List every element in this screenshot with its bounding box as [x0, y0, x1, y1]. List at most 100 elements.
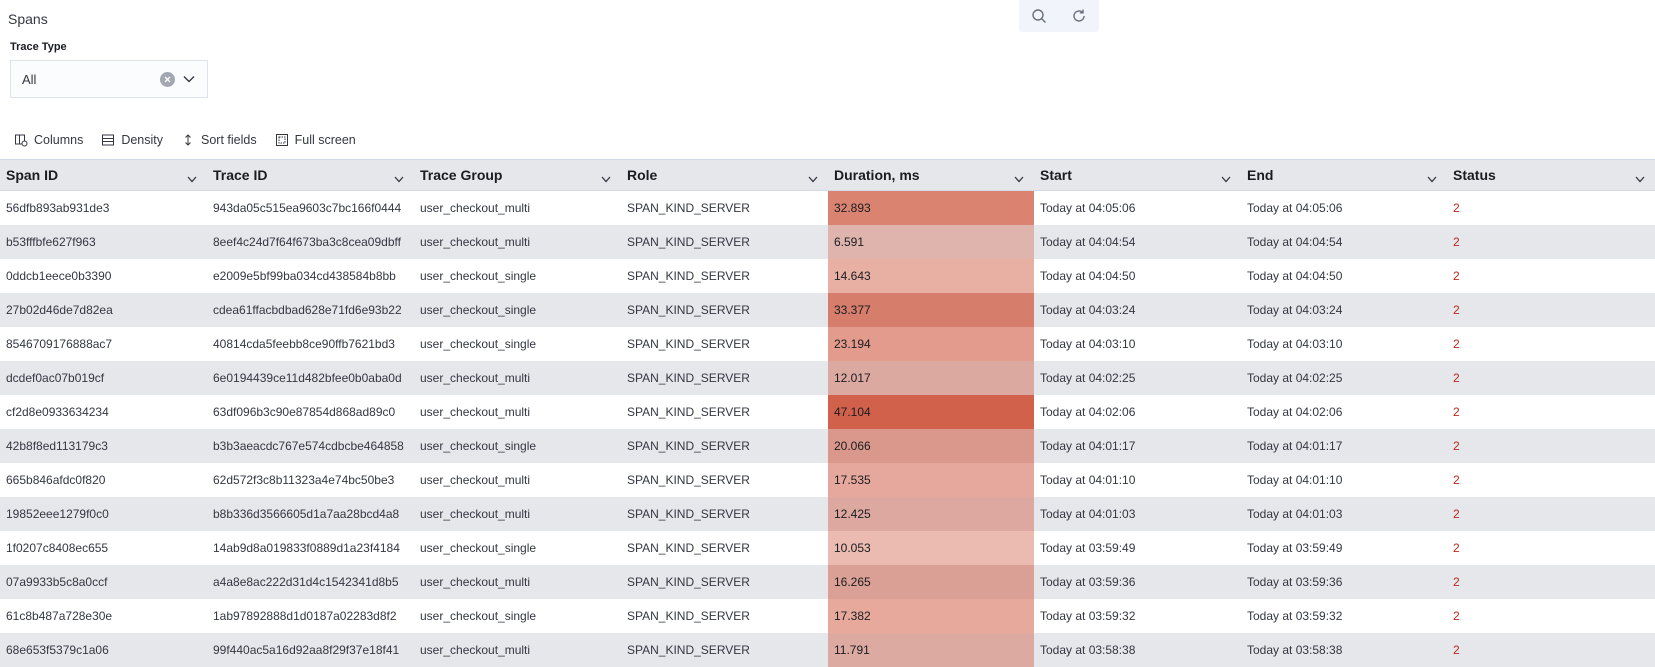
duration-cell[interactable]: 12.017 — [828, 361, 1034, 395]
chevron-down-icon[interactable] — [1014, 170, 1024, 186]
end-cell[interactable]: Today at 04:02:25 — [1241, 361, 1447, 395]
status-cell[interactable]: 2 — [1447, 599, 1655, 633]
chevron-down-icon[interactable] — [808, 170, 818, 186]
role-cell[interactable]: SPAN_KIND_SERVER — [621, 327, 828, 361]
start-cell[interactable]: Today at 04:01:10 — [1034, 463, 1241, 497]
trace-group-cell[interactable]: user_checkout_single — [414, 531, 621, 565]
trace-id-cell[interactable]: a4a8e8ac222d31d4c1542341d8b5 — [207, 565, 414, 599]
status-cell[interactable]: 2 — [1447, 497, 1655, 531]
search-icon[interactable] — [1026, 3, 1052, 29]
trace-id-cell[interactable]: 40814cda5feebb8ce90ffb7621bd3 — [207, 327, 414, 361]
end-cell[interactable]: Today at 04:01:03 — [1241, 497, 1447, 531]
column-header-start[interactable]: Start — [1034, 160, 1241, 190]
role-cell[interactable]: SPAN_KIND_SERVER — [621, 259, 828, 293]
span-id-cell[interactable]: 56dfb893ab931de3 — [0, 191, 207, 225]
density-button[interactable]: Density — [101, 133, 163, 147]
start-cell[interactable]: Today at 04:04:50 — [1034, 259, 1241, 293]
span-id-cell[interactable]: 19852eee1279f0c0 — [0, 497, 207, 531]
role-cell[interactable]: SPAN_KIND_SERVER — [621, 395, 828, 429]
trace-group-cell[interactable]: user_checkout_multi — [414, 565, 621, 599]
trace-id-cell[interactable]: 8eef4c24d7f64f673ba3c8cea09dbff — [207, 225, 414, 259]
end-cell[interactable]: Today at 03:59:32 — [1241, 599, 1447, 633]
trace-id-cell[interactable]: 99f440ac5a16d92aa8f29f37e18f41 — [207, 633, 414, 667]
column-header-role[interactable]: Role — [621, 160, 828, 190]
column-header-trace-group[interactable]: Trace Group — [414, 160, 621, 190]
role-cell[interactable]: SPAN_KIND_SERVER — [621, 361, 828, 395]
column-header-end[interactable]: End — [1241, 160, 1447, 190]
role-cell[interactable]: SPAN_KIND_SERVER — [621, 565, 828, 599]
status-cell[interactable]: 2 — [1447, 565, 1655, 599]
column-header-status[interactable]: Status — [1447, 160, 1655, 190]
start-cell[interactable]: Today at 04:01:03 — [1034, 497, 1241, 531]
status-cell[interactable]: 2 — [1447, 429, 1655, 463]
trace-type-select[interactable]: All — [10, 60, 208, 98]
role-cell[interactable]: SPAN_KIND_SERVER — [621, 293, 828, 327]
full-screen-button[interactable]: Full screen — [275, 133, 356, 147]
duration-cell[interactable]: 33.377 — [828, 293, 1034, 327]
end-cell[interactable]: Today at 03:59:49 — [1241, 531, 1447, 565]
duration-cell[interactable]: 32.893 — [828, 191, 1034, 225]
duration-cell[interactable]: 14.643 — [828, 259, 1034, 293]
start-cell[interactable]: Today at 03:59:32 — [1034, 599, 1241, 633]
start-cell[interactable]: Today at 04:03:10 — [1034, 327, 1241, 361]
trace-group-cell[interactable]: user_checkout_multi — [414, 361, 621, 395]
trace-group-cell[interactable]: user_checkout_multi — [414, 497, 621, 531]
end-cell[interactable]: Today at 04:01:10 — [1241, 463, 1447, 497]
end-cell[interactable]: Today at 04:04:50 — [1241, 259, 1447, 293]
trace-group-cell[interactable]: user_checkout_single — [414, 599, 621, 633]
chevron-down-icon[interactable] — [183, 75, 195, 83]
trace-group-cell[interactable]: user_checkout_single — [414, 327, 621, 361]
status-cell[interactable]: 2 — [1447, 191, 1655, 225]
start-cell[interactable]: Today at 03:59:49 — [1034, 531, 1241, 565]
chevron-down-icon[interactable] — [394, 170, 404, 186]
trace-id-cell[interactable]: 14ab9d8a019833f0889d1a23f4184 — [207, 531, 414, 565]
span-id-cell[interactable]: 61c8b487a728e30e — [0, 599, 207, 633]
role-cell[interactable]: SPAN_KIND_SERVER — [621, 225, 828, 259]
span-id-cell[interactable]: 68e653f5379c1a06 — [0, 633, 207, 667]
status-cell[interactable]: 2 — [1447, 531, 1655, 565]
trace-id-cell[interactable]: 6e0194439ce11d482bfee0b0aba0d — [207, 361, 414, 395]
start-cell[interactable]: Today at 04:02:25 — [1034, 361, 1241, 395]
duration-cell[interactable]: 16.265 — [828, 565, 1034, 599]
columns-button[interactable]: Columns — [14, 133, 83, 147]
duration-cell[interactable]: 6.591 — [828, 225, 1034, 259]
trace-id-cell[interactable]: b3b3aeacdc767e574cdbcbe464858 — [207, 429, 414, 463]
role-cell[interactable]: SPAN_KIND_SERVER — [621, 429, 828, 463]
trace-id-cell[interactable]: e2009e5bf99ba034cd438584b8bb — [207, 259, 414, 293]
column-header-span-id[interactable]: Span ID — [0, 160, 207, 190]
start-cell[interactable]: Today at 04:01:17 — [1034, 429, 1241, 463]
status-cell[interactable]: 2 — [1447, 361, 1655, 395]
clear-icon[interactable] — [160, 71, 175, 87]
trace-group-cell[interactable]: user_checkout_single — [414, 429, 621, 463]
refresh-icon[interactable] — [1066, 3, 1092, 29]
column-header-duration[interactable]: Duration, ms — [828, 160, 1034, 190]
trace-group-cell[interactable]: user_checkout_multi — [414, 463, 621, 497]
duration-cell[interactable]: 23.194 — [828, 327, 1034, 361]
trace-id-cell[interactable]: 63df096b3c90e87854d868ad89c0 — [207, 395, 414, 429]
span-id-cell[interactable]: 07a9933b5c8a0ccf — [0, 565, 207, 599]
duration-cell[interactable]: 12.425 — [828, 497, 1034, 531]
span-id-cell[interactable]: cf2d8e0933634234 — [0, 395, 207, 429]
status-cell[interactable]: 2 — [1447, 463, 1655, 497]
start-cell[interactable]: Today at 04:03:24 — [1034, 293, 1241, 327]
duration-cell[interactable]: 17.535 — [828, 463, 1034, 497]
sort-fields-button[interactable]: Sort fields — [181, 133, 257, 147]
status-cell[interactable]: 2 — [1447, 395, 1655, 429]
start-cell[interactable]: Today at 04:02:06 — [1034, 395, 1241, 429]
chevron-down-icon[interactable] — [601, 170, 611, 186]
end-cell[interactable]: Today at 04:03:24 — [1241, 293, 1447, 327]
span-id-cell[interactable]: 42b8f8ed113179c3 — [0, 429, 207, 463]
span-id-cell[interactable]: 8546709176888ac7 — [0, 327, 207, 361]
end-cell[interactable]: Today at 04:02:06 — [1241, 395, 1447, 429]
chevron-down-icon[interactable] — [1635, 170, 1645, 186]
trace-id-cell[interactable]: 943da05c515ea9603c7bc166f0444 — [207, 191, 414, 225]
span-id-cell[interactable]: 1f0207c8408ec655 — [0, 531, 207, 565]
trace-id-cell[interactable]: cdea61ffacbdbad628e71fd6e93b22 — [207, 293, 414, 327]
span-id-cell[interactable]: 665b846afdc0f820 — [0, 463, 207, 497]
status-cell[interactable]: 2 — [1447, 633, 1655, 667]
end-cell[interactable]: Today at 04:04:54 — [1241, 225, 1447, 259]
chevron-down-icon[interactable] — [187, 170, 197, 186]
duration-cell[interactable]: 17.382 — [828, 599, 1034, 633]
trace-group-cell[interactable]: user_checkout_multi — [414, 225, 621, 259]
role-cell[interactable]: SPAN_KIND_SERVER — [621, 599, 828, 633]
